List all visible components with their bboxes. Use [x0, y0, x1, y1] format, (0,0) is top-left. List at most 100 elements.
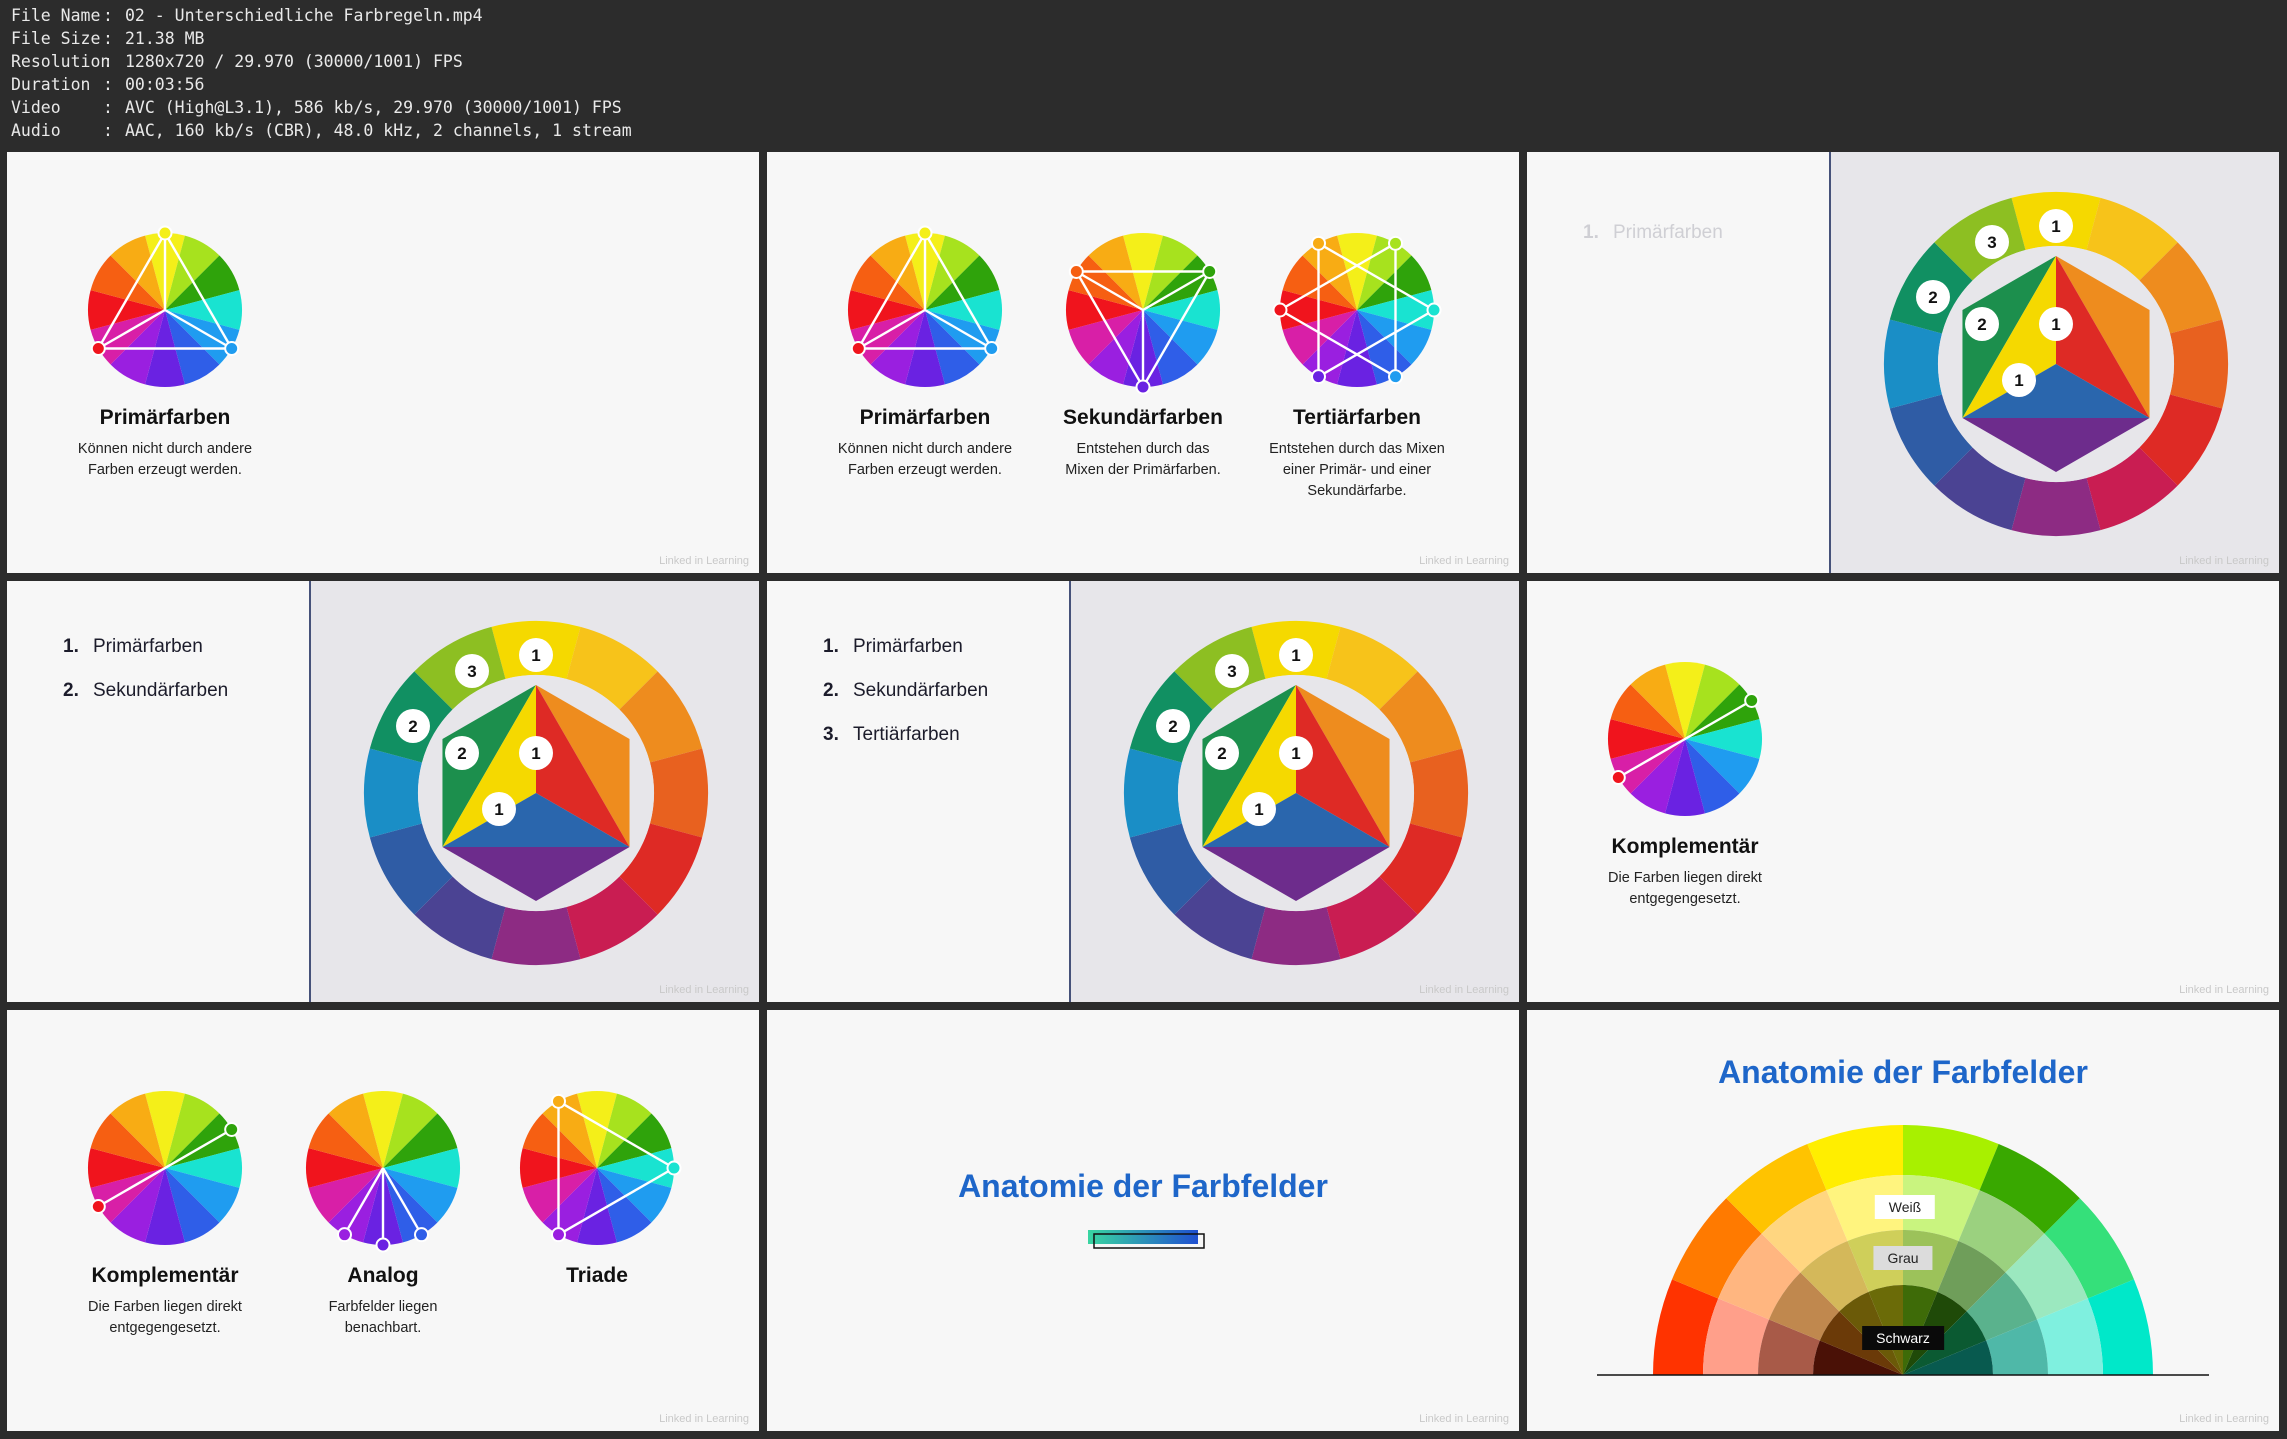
harmony-marker — [1068, 264, 1084, 279]
linkedin-learning-watermark: Linked in Learning — [659, 984, 749, 996]
color-type-list: 1. Primärfarben 2. Sekundärfarben 3. Tertiä… — [823, 625, 988, 757]
number-badge-label: 3 — [1987, 233, 1996, 252]
complementary-wheel-graphic — [1608, 662, 1762, 816]
linkedin-learning-watermark: Linked in Learning — [659, 1413, 749, 1425]
number-badge-label: 1 — [531, 744, 540, 763]
analog-desc: Farbfelder liegen benachbart. — [328, 1299, 438, 1336]
harmony-marker — [1610, 770, 1626, 785]
color-field-fan-graphic — [1597, 1125, 2209, 1376]
color-type-list: 1. Primärfarben — [1583, 211, 1723, 255]
list-item: 1. Primärfarben — [823, 636, 963, 657]
file-info-value: AAC, 160 kb/s (CBR), 48.0 kHz, 2 channel… — [125, 121, 632, 140]
number-badge-label: 1 — [1291, 744, 1300, 763]
white-label: Weiß — [1874, 1195, 1936, 1219]
file-info-separator: : — [103, 121, 113, 140]
thumbnail-color-harmonies[interactable]: Komplementär Die Farben liegen direkt en… — [7, 1010, 759, 1431]
harmony-marker — [375, 1237, 391, 1253]
black-label: Schwarz — [1862, 1326, 1944, 1350]
thumbnail-itten-wheel-secondary[interactable]: 1. Primärfarben 2. Sekundärfarben 1 3 2 2 1 1 L… — [7, 581, 759, 1002]
wheel-segment — [2169, 319, 2228, 409]
file-info-row: File Name:02 - Unterschiedliche Farbrege… — [11, 4, 483, 27]
thumbnail-anatomy-title[interactable]: Anatomie der Farbfelder Linked in Learni… — [767, 1010, 1519, 1431]
wheel-segment — [649, 748, 708, 838]
wheel-segment — [364, 748, 423, 838]
gray-label: Grau — [1873, 1246, 1933, 1270]
harmony-marker — [917, 225, 933, 241]
file-info-row: Audio: AAC, 160 kb/s (CBR), 48.0 kHz, 2 c… — [11, 119, 632, 142]
harmony-marker — [224, 1122, 240, 1137]
file-info-separator: : — [103, 75, 113, 94]
number-badge-label: 1 — [1291, 646, 1300, 665]
thumbnail-complementary[interactable]: Komplementär Die Farben liegen direkt en… — [1527, 581, 2279, 1002]
list-item: 2. Sekundärfarben — [823, 680, 989, 701]
thumbnail-three-color-types[interactable]: Primärfarben Können nicht durch andere F… — [767, 152, 1519, 573]
harmony-marker — [90, 341, 106, 356]
file-info-value: AVC (High@L3.1), 586 kb/s, 29.970 (30000… — [125, 98, 622, 117]
harmony-marker — [551, 1227, 566, 1243]
harmony-marker — [984, 341, 1000, 356]
file-info-value: 00:03:56 — [125, 75, 205, 94]
number-badge-label: 2 — [408, 717, 417, 736]
tertiary-colors-title: Tertiärfarben — [1293, 406, 1421, 429]
harmony-marker — [90, 1199, 106, 1214]
complementary-title: Komplementär — [91, 1264, 239, 1287]
color-type-list: 1. Primärfarben 2. Sekundärfarben — [63, 625, 228, 713]
linkedin-learning-watermark: Linked in Learning — [1419, 555, 1509, 567]
harmony-marker — [1272, 302, 1288, 318]
number-badge-label: 2 — [1928, 288, 1937, 307]
harmony-marker — [157, 225, 173, 241]
file-info-label: Audio — [11, 121, 61, 140]
harmony-marker — [1388, 369, 1403, 385]
file-info-row: File Size:21.38 MB — [11, 27, 204, 50]
harmony-marker — [224, 341, 240, 356]
harmony-marker — [1202, 264, 1218, 279]
secondary-colors-desc: Entstehen durch das Mixen der Primärfarb… — [1065, 441, 1221, 478]
harmony-marker — [666, 1160, 682, 1176]
linkedin-learning-watermark: Linked in Learning — [2179, 1413, 2269, 1425]
harmony-marker — [1388, 235, 1403, 251]
thumbnail-itten-wheel-primary[interactable]: 1. Primärfarben 1 3 2 2 1 1 Linked in Learning — [1527, 152, 2279, 573]
analog-title: Analog — [347, 1264, 419, 1287]
number-badge-label: 3 — [467, 662, 476, 681]
itten-wheel-graphic: 1 3 2 2 1 1 — [1124, 621, 1468, 965]
file-info-separator: : — [103, 52, 113, 71]
file-info-value: 02 - Unterschiedliche Farbregeln.mp4 — [125, 6, 483, 25]
number-badge-label: 1 — [2014, 371, 2023, 390]
number-badge-label: 1 — [2051, 315, 2060, 334]
thumbnail-itten-wheel-tertiary[interactable]: 1. Primärfarben 2. Sekundärfarben 3. Tertiä… — [767, 581, 1519, 1002]
thumbnail-anatomy-fan[interactable]: Anatomie der Farbfelder Weiß Grau Schwar… — [1527, 1010, 2279, 1431]
secondary-colors-title: Sekundärfarben — [1063, 406, 1223, 429]
complementary-desc: Die Farben liegen direkt entgegengesetzt… — [1608, 870, 1762, 907]
linkedin-learning-watermark: Linked in Learning — [2179, 984, 2269, 996]
number-badge-label: 2 — [1217, 744, 1226, 763]
harmony-marker — [850, 341, 866, 356]
complementary-desc: Die Farben liegen direkt entgegengesetzt… — [88, 1299, 242, 1336]
thumbnail-primary-colors[interactable]: Primärfarben Können nicht durch andere F… — [7, 152, 759, 573]
number-badge-label: 1 — [2051, 217, 2060, 236]
wheel-segment — [1251, 906, 1341, 965]
number-badge-label: 3 — [1227, 662, 1236, 681]
file-info-row: Video: AVC (High@L3.1), 586 kb/s, 29.970 … — [11, 96, 622, 119]
three-wheels-graphic — [848, 225, 1442, 395]
number-badge-label: 2 — [457, 744, 466, 763]
wheel-segment — [491, 906, 581, 965]
list-item: 3. Tertiärfarben — [823, 724, 960, 745]
file-info-label: File Name — [11, 6, 101, 25]
primary-colors-desc: Können nicht durch andere Farben erzeugt… — [77, 441, 253, 478]
file-info-value: 21.38 MB — [125, 29, 205, 48]
harmony-marker — [1426, 302, 1442, 318]
linkedin-learning-watermark: Linked in Learning — [659, 555, 749, 567]
itten-wheel-graphic: 1 3 2 2 1 1 — [364, 621, 708, 965]
harmony-marker — [1744, 693, 1760, 708]
itten-wheel-panel: 1 3 2 2 1 1 — [1069, 581, 1519, 1002]
harmony-marker — [1135, 379, 1151, 395]
itten-wheel-panel: 1 3 2 2 1 1 — [309, 581, 759, 1002]
wheel-segment — [1884, 319, 1943, 409]
file-info-label: Resolution — [11, 52, 111, 71]
complementary-title: Komplementär — [1611, 835, 1759, 858]
list-item: 1. Primärfarben — [1583, 222, 1723, 243]
number-badge-label: 2 — [1977, 315, 1986, 334]
wheel-segment — [2011, 477, 2101, 536]
file-info-value: 1280x720 / 29.970 (30000/1001) FPS — [125, 52, 463, 71]
file-info-label: Video — [11, 98, 61, 117]
